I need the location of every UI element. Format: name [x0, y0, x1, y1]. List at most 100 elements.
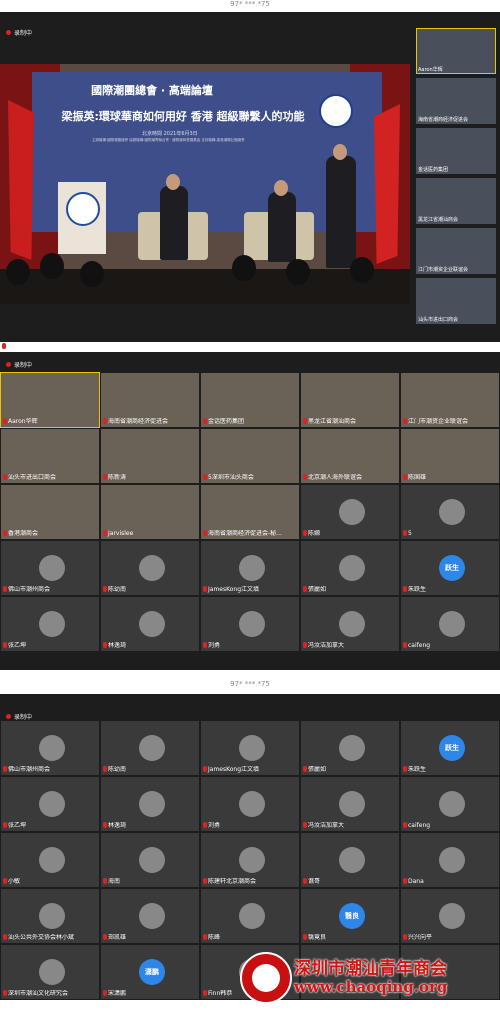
participant-name: 林逸琦 — [103, 822, 126, 830]
participant-tile[interactable]: 跃生 朱跃生 — [400, 720, 500, 776]
participant-tile[interactable]: JamesKong江文填 — [200, 540, 300, 596]
participant-name: 陈峰 — [203, 934, 220, 942]
side-tile[interactable]: 海南省潮商经济促进会 — [416, 78, 496, 124]
side-tile[interactable]: 金话医药集团 — [416, 128, 496, 174]
participant-tile[interactable]: 汕头市进出口商会 — [0, 428, 100, 484]
participant-tile[interactable]: 冯汝洁加拿大 — [300, 776, 400, 832]
participant-name-text: Aaron华辉 — [8, 418, 38, 425]
participant-tile[interactable]: 海南省潮商经济促进会-秘... — [200, 484, 300, 540]
mic-muted-icon — [3, 934, 7, 940]
side-tile-label: 金话医药集团 — [418, 167, 449, 173]
participant-name: JamesKong江文填 — [203, 766, 259, 774]
participant-name-text: 林逸琦 — [108, 642, 127, 649]
participant-tile[interactable]: 深圳市潮汕文化研究会 — [0, 944, 100, 1000]
participant-tile[interactable]: 林逸琦 — [100, 596, 200, 652]
participant-tile[interactable]: 江门市潮资企业联谊会 — [400, 372, 500, 428]
side-tile[interactable]: 汕头市进出口商会 — [416, 278, 496, 324]
participant-tile[interactable]: 陈嫄 — [300, 484, 400, 540]
participant-name-text: 张乙坤 — [8, 822, 27, 829]
initials-avatar: 跃生 — [439, 735, 465, 761]
record-icon — [6, 30, 11, 35]
participant-tile[interactable]: 小敏 — [0, 832, 100, 888]
participant-tile[interactable]: 陈建轩北京潮商会 — [200, 832, 300, 888]
participant-tile[interactable]: 張麗如 — [300, 720, 400, 776]
participant-tile[interactable]: 潇鹏 宋潇鹏 — [100, 944, 200, 1000]
profile-avatar — [39, 555, 65, 581]
participant-name: Aaron华辉 — [3, 418, 38, 426]
participant-tile[interactable]: Aaron华辉 — [0, 372, 100, 428]
participant-tile[interactable]: 張麗如 — [300, 540, 400, 596]
participant-tile[interactable]: 海南 — [100, 832, 200, 888]
participant-tile[interactable]: 海南省潮商经济促进会 — [100, 372, 200, 428]
globe-logo-icon — [319, 94, 353, 128]
participant-tile[interactable]: 谯哥 — [300, 832, 400, 888]
podium-logo-icon — [66, 192, 100, 226]
participant-tile[interactable]: 陈幼南 — [100, 720, 200, 776]
participant-tile[interactable]: 刘勇 — [200, 596, 300, 652]
side-tile[interactable]: Aaron华辉 — [416, 28, 496, 74]
profile-avatar — [39, 903, 65, 929]
profile-avatar — [239, 555, 265, 581]
participant-tile[interactable]: 翳良 翳竟良 — [300, 888, 400, 944]
participant-name: 谯哥 — [303, 878, 320, 886]
profile-avatar — [239, 735, 265, 761]
participant-tile[interactable]: 兴兴向平 — [400, 888, 500, 944]
mic-muted-icon — [303, 878, 307, 884]
profile-avatar — [139, 847, 165, 873]
participant-tile[interactable]: 黑龙江省潮汕商会 — [300, 372, 400, 428]
participant-tile[interactable]: 佛山市潮州商会 — [0, 540, 100, 596]
profile-avatar — [239, 791, 265, 817]
participant-name-text: Dana — [408, 878, 424, 885]
side-tile[interactable]: 黑龙江省潮汕商会 — [416, 178, 496, 224]
participant-name: 張麗如 — [303, 586, 326, 594]
participant-name-text: JamesKong江文填 — [208, 766, 260, 773]
side-tile-label: Aaron华辉 — [418, 67, 443, 73]
participant-name: 冯汝洁加拿大 — [303, 642, 344, 650]
side-tile-label: 汕头市进出口商会 — [418, 317, 459, 323]
mic-muted-icon — [103, 934, 107, 940]
mic-muted-icon — [103, 990, 107, 996]
participant-tile[interactable]: 陈幼南 — [100, 540, 200, 596]
side-tile-label: 黑龙江省潮汕商会 — [418, 217, 459, 223]
main-video[interactable]: 國際潮團總會 · 高端論壇 梁振英:環球華商如何用好 香港 超級聯繫人的功能 北… — [0, 64, 410, 304]
participant-tile[interactable]: caifeng — [400, 776, 500, 832]
participant-tile[interactable]: 冯汝洁加拿大 — [300, 596, 400, 652]
participant-tile[interactable]: 佛山市潮州商会 — [0, 720, 100, 776]
participant-tile[interactable]: 张乙坤 — [0, 596, 100, 652]
side-tile[interactable]: 江门市潮资企业联谊会 — [416, 228, 496, 274]
participant-tile[interactable]: 陈国雄 — [400, 428, 500, 484]
participant-tile[interactable]: caifeng — [400, 596, 500, 652]
profile-avatar — [139, 735, 165, 761]
mic-muted-icon — [203, 530, 207, 536]
participant-name: 5深圳市汕头商会 — [203, 474, 254, 482]
participant-tile[interactable]: 张乙坤 — [0, 776, 100, 832]
banner-date: 北京時間 2021年6月3日 — [142, 131, 198, 137]
participant-tile[interactable]: 陈新涛 — [100, 428, 200, 484]
participant-tile[interactable]: Dana — [400, 832, 500, 888]
participant-tile[interactable]: JamesKong江文填 — [200, 720, 300, 776]
participant-name: 佛山市潮州商会 — [3, 766, 50, 774]
participant-tile[interactable]: 郑凯雄 — [100, 888, 200, 944]
participant-tile[interactable]: 北京潮人海外联谊会 — [300, 428, 400, 484]
participant-tile[interactable]: 金话医药集团 — [200, 372, 300, 428]
profile-avatar — [39, 735, 65, 761]
participant-tile[interactable]: 林逸琦 — [100, 776, 200, 832]
participant-tile[interactable]: 陈峰 — [200, 888, 300, 944]
participant-name-text: 谯哥 — [308, 878, 321, 885]
record-icon — [6, 362, 11, 367]
participant-name-text: JamesKong江文填 — [208, 586, 260, 593]
participant-tile[interactable]: 5深圳市汕头商会 — [200, 428, 300, 484]
participant-tile[interactable]: 刘勇 — [200, 776, 300, 832]
participant-tile[interactable]: 5 — [400, 484, 500, 540]
mic-muted-icon — [403, 418, 407, 424]
participant-name-text: Jarvislee — [108, 530, 134, 537]
participant-tile[interactable]: Jarvislee — [100, 484, 200, 540]
participant-tile[interactable]: 香港潮商会 — [0, 484, 100, 540]
profile-avatar — [139, 555, 165, 581]
mic-muted-icon — [203, 934, 207, 940]
participant-name-text: Finn韩恭 — [208, 990, 233, 997]
participant-tile[interactable]: 跃生 朱跃生 — [400, 540, 500, 596]
participant-name-text: 深圳市潮汕文化研究会 — [8, 990, 69, 997]
mic-muted-icon — [303, 530, 307, 536]
participant-tile[interactable]: 汕头公共外交协会林小斌 — [0, 888, 100, 944]
